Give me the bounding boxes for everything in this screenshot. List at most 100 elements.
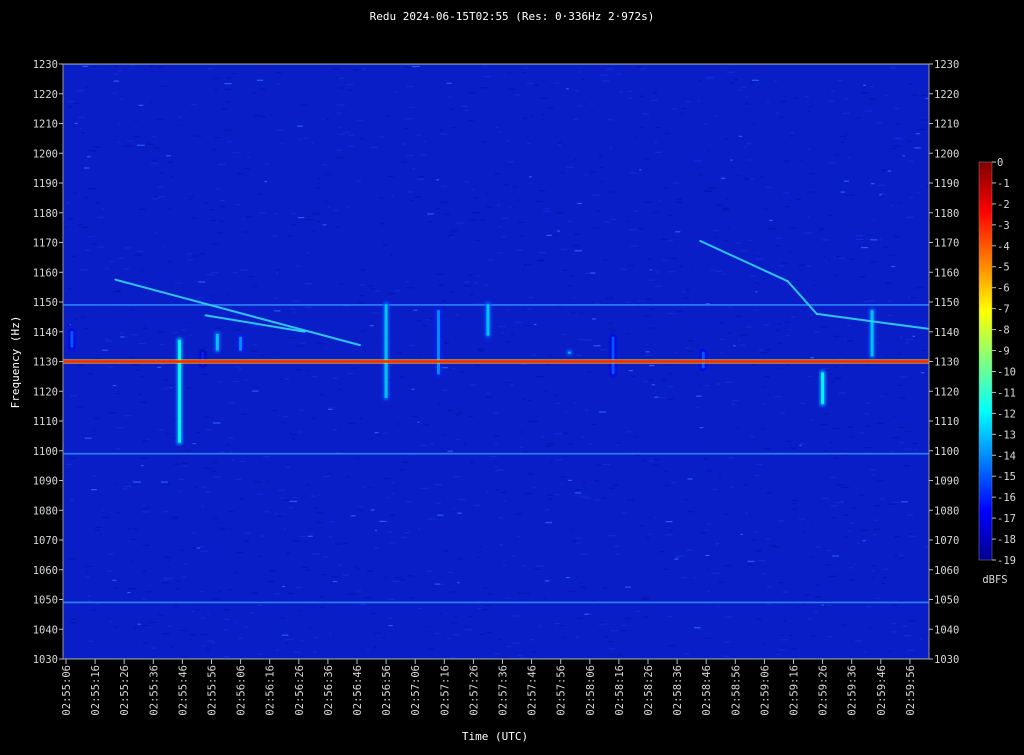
noise-speck — [310, 495, 315, 497]
noise-speck — [863, 84, 866, 86]
noise-speck — [840, 191, 845, 193]
noise-speck — [181, 462, 189, 464]
noise-speck — [235, 366, 240, 368]
noise-speck — [439, 613, 442, 615]
noise-speck — [223, 629, 229, 631]
noise-speck — [917, 192, 920, 194]
noise-speck — [211, 470, 217, 472]
noise-speck — [784, 160, 790, 162]
noise-speck — [92, 243, 98, 245]
noise-speck — [406, 191, 414, 193]
noise-speck — [211, 272, 219, 274]
noise-speck — [214, 136, 221, 139]
noise-speck — [493, 412, 499, 414]
noise-speck — [849, 522, 854, 524]
noise-speck — [810, 635, 816, 637]
noise-speck — [633, 454, 640, 456]
noise-speck — [664, 484, 671, 486]
noise-speck — [589, 171, 598, 173]
noise-speck — [436, 179, 439, 181]
noise-speck — [765, 186, 772, 189]
noise-speck — [790, 648, 798, 650]
noise-speck — [84, 327, 89, 329]
noise-speck — [392, 580, 400, 582]
noise-speck — [571, 312, 576, 314]
noise-speck — [605, 297, 613, 300]
noise-speck — [338, 283, 345, 285]
noise-speck — [417, 607, 422, 610]
noise-speck — [134, 254, 142, 256]
noise-speck — [162, 247, 165, 249]
noise-speck — [237, 173, 245, 175]
noise-speck — [306, 252, 310, 254]
noise-speck — [481, 587, 490, 589]
noise-speck — [444, 213, 450, 215]
noise-speck — [791, 316, 797, 318]
noise-speck — [202, 373, 210, 375]
noise-speck — [739, 79, 742, 81]
noise-speck — [117, 123, 121, 126]
noise-speck — [696, 395, 702, 397]
noise-speck — [792, 503, 796, 505]
noise-speck — [683, 297, 690, 299]
noise-speck — [186, 253, 192, 255]
noise-speck — [85, 576, 90, 578]
noise-speck — [446, 82, 452, 84]
noise-speck — [523, 117, 527, 120]
noise-speck — [140, 269, 144, 271]
noise-speck — [810, 314, 814, 316]
noise-speck — [649, 460, 654, 462]
noise-speck — [548, 355, 552, 357]
noise-speck — [212, 243, 219, 245]
noise-speck — [225, 444, 231, 446]
noise-speck — [548, 498, 553, 500]
noise-speck — [156, 118, 164, 120]
noise-speck — [298, 217, 305, 219]
noise-speck — [179, 445, 185, 447]
noise-speck — [592, 599, 597, 601]
noise-speck — [166, 387, 171, 389]
noise-speck — [789, 227, 797, 229]
noise-speck — [671, 482, 676, 484]
noise-speck — [427, 213, 434, 215]
noise-speck — [807, 148, 810, 150]
noise-speck — [498, 325, 506, 328]
noise-speck — [879, 239, 882, 241]
noise-speck — [908, 535, 916, 537]
x-tick-label: 02:58:06 — [585, 665, 597, 716]
noise-speck — [776, 654, 781, 656]
noise-speck — [522, 592, 530, 594]
noise-speck — [574, 492, 582, 494]
noise-speck — [635, 436, 639, 438]
noise-speck — [648, 533, 652, 535]
noise-speck — [774, 396, 783, 398]
noise-speck — [496, 252, 503, 254]
noise-speck — [743, 484, 749, 486]
noise-speck — [661, 379, 667, 381]
noise-speck — [712, 230, 719, 232]
noise-speck — [594, 480, 600, 482]
noise-speck — [912, 442, 918, 445]
noise-speck — [906, 649, 914, 651]
noise-speck — [316, 342, 323, 344]
noise-speck — [174, 605, 179, 607]
noise-speck — [221, 332, 224, 334]
noise-speck — [577, 617, 586, 619]
noise-speck — [504, 164, 512, 166]
noise-speck — [680, 265, 683, 267]
noise-speck — [834, 377, 842, 379]
noise-speck — [66, 202, 70, 204]
noise-speck — [369, 285, 373, 287]
noise-speck — [225, 101, 231, 103]
noise-speck — [876, 122, 882, 124]
noise-speck — [80, 316, 86, 318]
noise-speck — [295, 586, 303, 589]
noise-speck — [755, 258, 764, 260]
noise-speck — [885, 95, 888, 97]
noise-speck — [609, 295, 613, 297]
noise-speck — [843, 180, 850, 182]
noise-speck — [590, 103, 594, 105]
noise-speck — [146, 438, 150, 440]
noise-speck — [70, 618, 75, 620]
noise-speck — [535, 565, 544, 567]
